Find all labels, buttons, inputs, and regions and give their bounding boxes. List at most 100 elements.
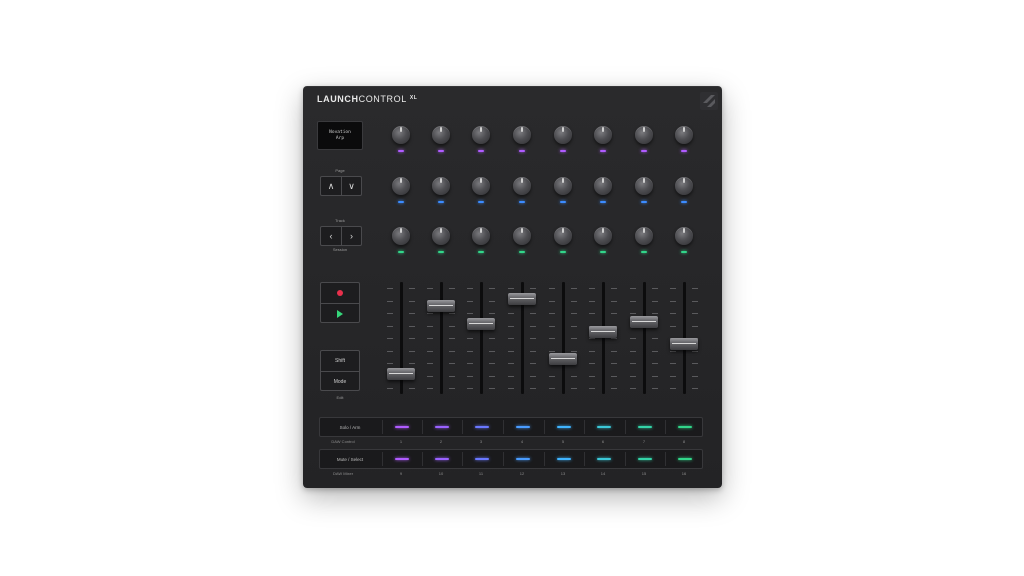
- strip-button-7[interactable]: [638, 426, 652, 428]
- record-button[interactable]: [321, 283, 359, 303]
- track-left-button[interactable]: ‹: [321, 227, 341, 245]
- fader-1[interactable]: [387, 368, 415, 380]
- strip-button-16[interactable]: [678, 458, 692, 460]
- fader-7[interactable]: [630, 316, 658, 328]
- fader-tick: [489, 350, 495, 352]
- fader-tick: [611, 313, 617, 314]
- fader-tick: [530, 288, 536, 289]
- fader-tick: [508, 388, 514, 389]
- fader-tick: [449, 313, 455, 314]
- fader-tick: [692, 388, 698, 389]
- knob-1-2[interactable]: [432, 126, 450, 144]
- knob-led: [681, 201, 687, 203]
- knob-3-6[interactable]: [594, 227, 612, 245]
- knob-2-4[interactable]: [513, 177, 531, 195]
- knob-1-5[interactable]: [554, 126, 572, 144]
- knob-led: [438, 251, 444, 253]
- display-screen: Novation Arp: [317, 121, 363, 150]
- knob-2-6[interactable]: [594, 177, 612, 195]
- fader-tick: [630, 363, 636, 364]
- fader-tick: [670, 288, 676, 289]
- strip-button-13[interactable]: [557, 458, 571, 460]
- strip-button-6[interactable]: [597, 426, 611, 428]
- page-down-button[interactable]: ∨: [341, 177, 361, 195]
- knob-3-5[interactable]: [554, 227, 572, 245]
- fader-2[interactable]: [427, 300, 455, 312]
- fader-tick: [549, 338, 555, 339]
- knob-3-4[interactable]: [513, 227, 531, 245]
- stage: LAUNCH CONTROL XL Novation Arp Page ∧ ∨ …: [0, 0, 1024, 576]
- knob-led: [560, 150, 566, 152]
- knob-2-1[interactable]: [392, 177, 410, 195]
- strip-button-11[interactable]: [475, 458, 489, 460]
- strip-button-15[interactable]: [638, 458, 652, 460]
- page-up-button[interactable]: ∧: [321, 177, 341, 195]
- fader-tick: [549, 388, 555, 389]
- knob-1-1[interactable]: [392, 126, 410, 144]
- strip-mode-button[interactable]: Mute / Select: [324, 450, 376, 468]
- strip-button-2[interactable]: [435, 426, 449, 428]
- knob-led: [398, 150, 404, 152]
- fader-slot: [643, 282, 646, 394]
- knob-1-3[interactable]: [472, 126, 490, 144]
- mode-button[interactable]: Mode: [321, 371, 359, 391]
- shift-button[interactable]: Shift: [321, 351, 359, 371]
- fader-tick: [508, 325, 514, 327]
- knob-3-2[interactable]: [432, 227, 450, 245]
- strip-mode-button[interactable]: Solo / Arm: [324, 418, 376, 436]
- brand-logo: LAUNCH CONTROL XL: [317, 94, 417, 106]
- fader-tick: [692, 313, 698, 314]
- knob-3-8[interactable]: [675, 227, 693, 245]
- strip-button-14[interactable]: [597, 458, 611, 460]
- play-button[interactable]: [321, 303, 359, 323]
- track-buttons: ‹ ›: [320, 226, 362, 246]
- knob-2-7[interactable]: [635, 177, 653, 195]
- strip-button-3[interactable]: [475, 426, 489, 428]
- knob-1-7[interactable]: [635, 126, 653, 144]
- fader-tick: [670, 350, 676, 352]
- fader-tick: [692, 363, 698, 364]
- knob-2-2[interactable]: [432, 177, 450, 195]
- fader-3[interactable]: [467, 318, 495, 330]
- strip-button-10[interactable]: [435, 458, 449, 460]
- fader-tick: [449, 288, 455, 289]
- knob-1-8[interactable]: [675, 126, 693, 144]
- fader-4[interactable]: [508, 293, 536, 305]
- fader-tick: [530, 313, 536, 314]
- strip-button-12[interactable]: [516, 458, 530, 460]
- fader-tick: [692, 350, 698, 352]
- fader-tick: [427, 325, 433, 327]
- strip-button-1[interactable]: [395, 426, 409, 428]
- fader-5[interactable]: [549, 353, 577, 365]
- fader-tick: [530, 325, 536, 327]
- strip-button-8[interactable]: [678, 426, 692, 428]
- chevron-down-icon: ∨: [348, 180, 355, 191]
- fader-8[interactable]: [670, 338, 698, 350]
- knob-3-1[interactable]: [392, 227, 410, 245]
- knob-1-4[interactable]: [513, 126, 531, 144]
- fader-tick: [611, 288, 617, 289]
- knob-1-6[interactable]: [594, 126, 612, 144]
- fader-tick: [611, 350, 617, 352]
- strip-button-5[interactable]: [557, 426, 571, 428]
- knob-3-3[interactable]: [472, 227, 490, 245]
- knob-2-8[interactable]: [675, 177, 693, 195]
- knob-2-5[interactable]: [554, 177, 572, 195]
- knob-3-7[interactable]: [635, 227, 653, 245]
- strip-divider: [544, 420, 545, 434]
- fader-tick: [571, 350, 577, 352]
- fader-6[interactable]: [589, 326, 617, 338]
- strip-number: 8: [682, 439, 686, 444]
- strip-button-4[interactable]: [516, 426, 530, 428]
- fader-tick: [630, 375, 636, 377]
- fader-tick: [409, 363, 415, 364]
- fader-tick: [670, 375, 676, 377]
- fader-tick: [427, 350, 433, 352]
- fader-tick: [489, 300, 495, 302]
- track-right-button[interactable]: ›: [341, 227, 361, 245]
- strip-button-9[interactable]: [395, 458, 409, 460]
- knob-led: [438, 201, 444, 203]
- strip-divider: [503, 420, 504, 434]
- knob-2-3[interactable]: [472, 177, 490, 195]
- play-icon: [337, 309, 343, 318]
